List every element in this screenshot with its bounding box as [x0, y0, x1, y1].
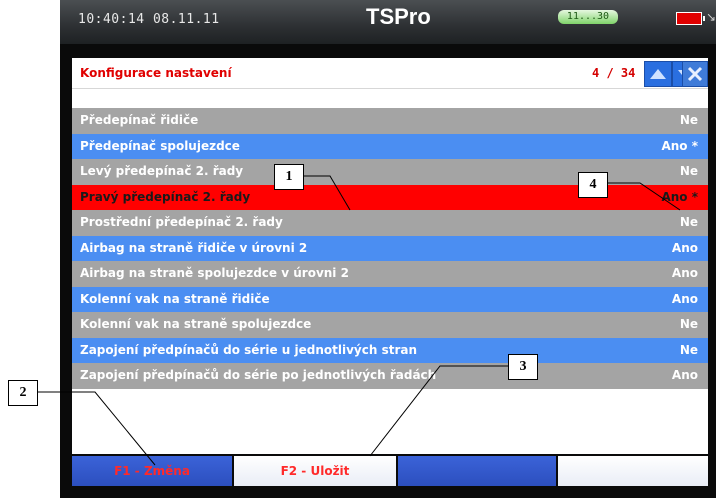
item-value: Ne	[679, 113, 698, 127]
list-item[interactable]: Levý předepínač 2. řady Ne	[72, 159, 708, 185]
list-item-selected[interactable]: Pravý předepínač 2. řady Ano *	[72, 184, 708, 210]
item-value: Ano	[671, 240, 698, 255]
item-label: Prostřední předepínač 2. řady	[80, 215, 283, 229]
item-label: Předepínač spolujezdce	[80, 138, 240, 153]
battery-icon	[676, 12, 705, 25]
list-item[interactable]: Předepínač spolujezdce Ano *	[72, 133, 708, 159]
list-item[interactable]: Airbag na straně spolujezdce v úrovni 2 A…	[72, 261, 708, 287]
item-label: Kolenní vak na straně spolujezdce	[80, 317, 312, 331]
callout-4: 4	[578, 172, 608, 198]
app-title: TSPro	[366, 4, 431, 29]
list-item[interactable]: Zapojení předpínačů do série po jednotli…	[72, 363, 708, 389]
list-item[interactable]: Zapojení předpínačů do série u jednotliv…	[72, 337, 708, 363]
item-value: Ano	[671, 368, 698, 382]
item-value: Ne	[679, 342, 698, 357]
window-header: Konfigurace nastavení 4 / 34	[72, 58, 708, 89]
arrow-up-icon	[650, 69, 666, 79]
signal-icon: ↘	[706, 10, 717, 24]
window-title: Konfigurace nastavení	[80, 66, 232, 80]
f3-button[interactable]	[398, 456, 556, 486]
item-value: Ano	[671, 291, 698, 306]
f2-save-button[interactable]: F2 - Uložit	[234, 456, 396, 486]
status-bar: 10:40:14 08.11.11 TSPro 11...30 ↘	[60, 0, 716, 44]
item-label: Airbag na straně řidiče v úrovni 2	[80, 240, 308, 255]
function-key-bar: F1 - Změna F2 - Uložit	[72, 456, 708, 486]
f4-button[interactable]	[558, 456, 708, 486]
item-label: Zapojení předpínačů do série po jednotli…	[80, 368, 437, 382]
item-label: Levý předepínač 2. řady	[80, 164, 244, 178]
item-label: Předepínač řidiče	[80, 113, 199, 127]
f1-change-button[interactable]: F1 - Změna	[72, 456, 232, 486]
item-value: Ne	[679, 215, 698, 229]
list-item[interactable]: Prostřední předepínač 2. řady Ne	[72, 210, 708, 236]
scroll-up-button[interactable]	[644, 61, 672, 87]
close-icon	[687, 66, 703, 82]
page-counter: 4 / 34	[592, 66, 636, 80]
item-label: Pravý předepínač 2. řady	[80, 189, 251, 204]
config-window: Konfigurace nastavení 4 / 34 Předepínač …	[72, 58, 708, 454]
list-item[interactable]: Kolenní vak na straně řidiče Ano	[72, 286, 708, 312]
list-item[interactable]: Předepínač řidiče Ne	[72, 108, 708, 134]
item-value: Ano	[671, 266, 698, 280]
close-button[interactable]	[682, 61, 708, 87]
item-label: Zapojení předpínačů do série u jednotliv…	[80, 342, 418, 357]
list-item[interactable]: Airbag na straně řidiče v úrovni 2 Ano	[72, 235, 708, 261]
item-value: Ano *	[661, 138, 698, 153]
callout-1: 1	[274, 164, 304, 190]
item-value: Ne	[679, 164, 698, 178]
item-value: Ano *	[661, 189, 698, 204]
item-value: Ne	[679, 317, 698, 331]
list-item[interactable]: Kolenní vak na straně spolujezdce Ne	[72, 312, 708, 338]
item-label: Kolenní vak na straně řidiče	[80, 291, 270, 306]
callout-3: 3	[508, 354, 538, 380]
settings-list: Předepínač řidiče Ne Předepínač spolujezdc…	[72, 108, 708, 389]
wifi-indicator: 11...30	[558, 10, 618, 24]
callout-2: 2	[8, 380, 38, 406]
datetime: 10:40:14 08.11.11	[78, 12, 220, 27]
item-label: Airbag na straně spolujezdce v úrovni 2	[80, 266, 349, 280]
